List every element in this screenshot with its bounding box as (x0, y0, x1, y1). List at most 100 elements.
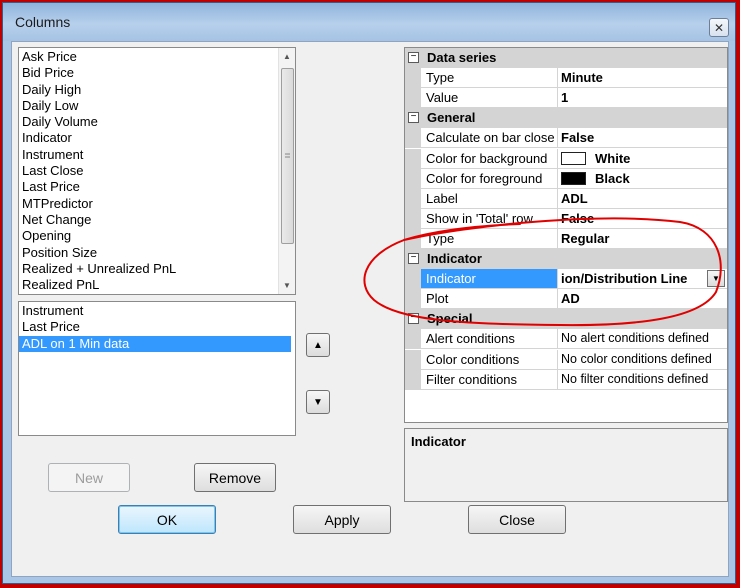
property-value[interactable]: AD (558, 289, 727, 310)
list-item[interactable]: Instrument (19, 303, 291, 319)
triangle-up-icon: ▲ (313, 339, 323, 351)
scroll-down-arrow-icon[interactable]: ▼ (279, 277, 295, 294)
ok-button[interactable]: OK (118, 505, 216, 534)
list-item[interactable]: Last Close (19, 163, 295, 179)
property-value[interactable]: Regular (558, 229, 727, 249)
property-row[interactable]: Plot AD (405, 289, 727, 310)
property-row[interactable]: Show in 'Total' row False (405, 208, 727, 229)
category-data-series[interactable]: − Data series (405, 48, 727, 69)
property-value[interactable]: ion/Distribution Line ▼ (558, 269, 727, 290)
category-label: General (427, 110, 476, 126)
property-name[interactable]: Color for background (421, 148, 558, 169)
property-value[interactable]: 1 (558, 88, 727, 109)
property-name[interactable]: Calculate on bar close (421, 128, 558, 149)
category-label: Data series (427, 50, 497, 65)
category-indicator[interactable]: − Indicator (405, 249, 727, 270)
list-item[interactable]: Realized PnL (19, 277, 295, 293)
collapse-icon[interactable]: − (408, 313, 419, 325)
property-value[interactable]: Minute (558, 68, 727, 89)
property-value-text: No filter conditions defined (561, 371, 709, 386)
property-row[interactable]: Type Regular (405, 228, 727, 249)
list-item[interactable]: MTPredictor (19, 196, 295, 212)
property-name[interactable]: Value (421, 88, 558, 109)
property-name[interactable]: Show in 'Total' row (421, 208, 558, 229)
dropdown-arrow-icon[interactable]: ▼ (707, 270, 725, 288)
row-gutter (405, 148, 421, 169)
category-special[interactable]: − Special (405, 309, 727, 330)
property-name[interactable]: Alert conditions (421, 329, 558, 350)
new-button[interactable]: New (48, 463, 130, 492)
list-item[interactable]: Net Change (19, 212, 295, 228)
row-gutter (405, 289, 421, 310)
list-item[interactable]: Daily High (19, 82, 295, 98)
property-value[interactable]: False (558, 128, 727, 149)
property-value-text: White (595, 150, 631, 166)
list-item[interactable]: Instrument (19, 147, 295, 163)
property-row[interactable]: Label ADL (405, 188, 727, 209)
list-item[interactable]: Last Price (19, 179, 295, 195)
remove-button[interactable]: Remove (194, 463, 276, 492)
available-columns-scrollbar[interactable]: ▲ ═ ═ ▼ (278, 48, 295, 294)
scroll-up-arrow-icon[interactable]: ▲ (279, 48, 295, 65)
property-row[interactable]: Value 1 (405, 88, 727, 109)
collapse-icon[interactable]: − (408, 112, 419, 124)
property-name[interactable]: Type (421, 228, 558, 249)
property-value-text: False (561, 210, 595, 226)
list-item[interactable]: Indicator (19, 130, 295, 146)
property-row[interactable]: Type Minute (405, 68, 727, 89)
list-item[interactable]: Daily Low (19, 98, 295, 114)
property-row[interactable]: Color for foreground Black (405, 168, 727, 189)
property-name[interactable]: Filter conditions (421, 369, 558, 390)
row-gutter (405, 68, 421, 89)
property-name[interactable]: Indicator (421, 269, 558, 290)
property-name[interactable]: Plot (421, 289, 558, 310)
apply-button[interactable]: Apply (293, 505, 391, 534)
row-gutter (405, 88, 421, 109)
property-value[interactable]: No alert conditions defined (558, 329, 727, 350)
list-item[interactable]: Ask Price (19, 49, 295, 65)
property-row[interactable]: Color conditions No color conditions defi… (405, 349, 727, 370)
property-name[interactable]: Color conditions (421, 349, 558, 370)
row-gutter (405, 349, 421, 370)
property-name[interactable]: Label (421, 188, 558, 209)
property-name[interactable]: Type (421, 68, 558, 89)
list-item[interactable]: Realized + Unrealized PnL (19, 261, 295, 277)
category-general[interactable]: − General (405, 108, 727, 129)
property-value[interactable]: False (558, 209, 727, 229)
selected-columns-list[interactable]: Instrument Last Price ADL on 1 Min data (18, 301, 296, 436)
row-gutter (405, 168, 421, 189)
dialog-body: Ask Price Bid Price Daily High Daily Low Dai… (11, 41, 729, 577)
close-button[interactable]: Close (468, 505, 566, 534)
property-row[interactable]: Filter conditions No filter conditions de… (405, 369, 727, 390)
property-row[interactable]: Calculate on bar close False (405, 128, 727, 149)
property-value[interactable]: Black (558, 169, 727, 189)
list-item[interactable]: Daily Volume (19, 114, 295, 130)
property-row[interactable]: Color for background White (405, 148, 727, 169)
columns-dialog: Columns ✕ Ask Price Bid Price Daily High Da… (2, 2, 736, 584)
property-value-text: No alert conditions defined (561, 331, 710, 346)
row-gutter (405, 369, 421, 390)
scrollbar-thumb[interactable]: ═ ═ (281, 68, 294, 244)
list-item[interactable]: ADL on 1 Min data (19, 335, 291, 352)
property-value[interactable]: No color conditions defined (558, 350, 727, 370)
list-item[interactable]: Position Size (19, 245, 295, 261)
property-value[interactable]: White (558, 149, 727, 169)
available-columns-list[interactable]: Ask Price Bid Price Daily High Daily Low Dai… (18, 47, 296, 295)
color-swatch (561, 171, 586, 185)
close-window-button[interactable]: ✕ (709, 18, 729, 37)
property-row[interactable]: Alert conditions No alert conditions defi… (405, 329, 727, 350)
property-value[interactable]: ADL (558, 189, 727, 209)
row-gutter (405, 188, 421, 209)
list-item[interactable]: Bid Price (19, 65, 295, 81)
triangle-down-icon: ▼ (313, 396, 323, 408)
category-label: Special (427, 311, 473, 327)
property-name[interactable]: Color for foreground (421, 168, 558, 189)
property-value[interactable]: No filter conditions defined (558, 370, 727, 390)
collapse-icon[interactable]: − (408, 253, 419, 264)
move-down-button[interactable]: ▼ (306, 390, 330, 414)
collapse-icon[interactable]: − (408, 52, 419, 63)
list-item[interactable]: Last Price (19, 319, 291, 335)
property-row[interactable]: Indicator ion/Distribution Line ▼ (405, 269, 727, 290)
move-up-button[interactable]: ▲ (306, 333, 330, 357)
list-item[interactable]: Opening (19, 228, 295, 244)
